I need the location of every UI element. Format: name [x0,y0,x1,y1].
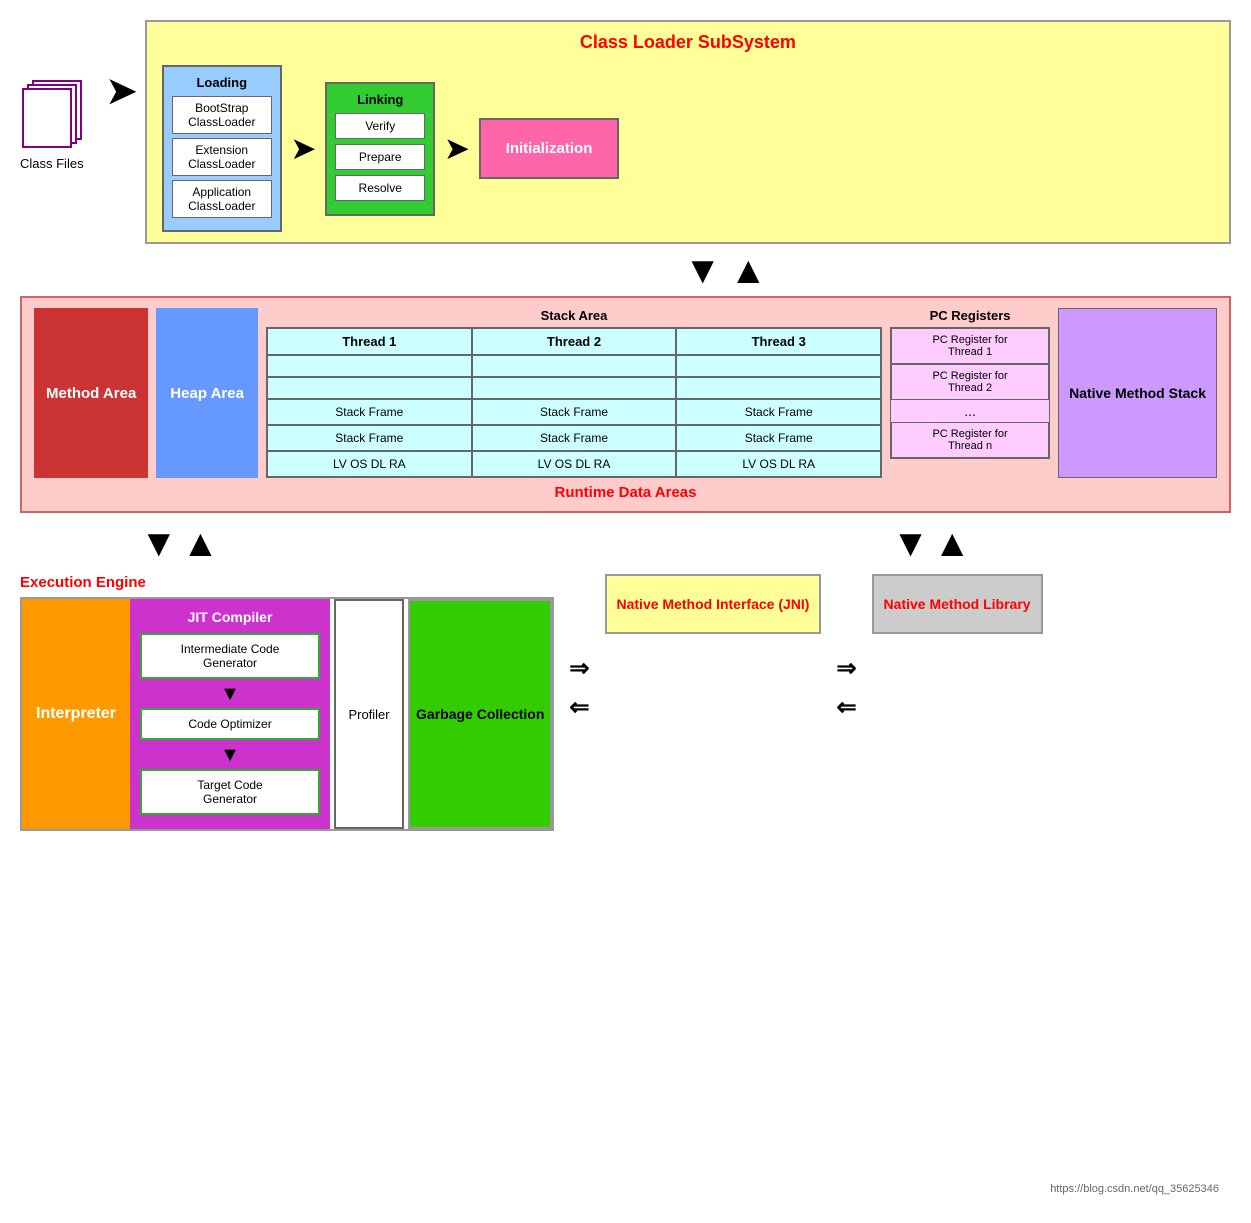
loading-title: Loading [172,75,272,90]
loader-item-extension: ExtensionClassLoader [172,138,272,176]
jit-step-3: Target CodeGenerator [140,769,320,815]
cls-title: Class Loader SubSystem [162,32,1214,53]
link-prepare: Prepare [335,144,425,170]
stack-empty-6 [676,377,881,399]
native-library-box: Native Method Library [872,574,1043,634]
native-interface-box: Native Method Interface (JNI) [605,574,822,634]
arrow-down-right: ▼ [892,523,930,566]
pc-registers-inner: PC Register forThread 1 PC Register forT… [890,327,1050,459]
loader-item-bootstrap: BootStrapClassLoader [172,96,272,134]
stack-empty-4 [267,377,472,399]
stack-frame-6: Stack Frame [676,425,881,451]
garbage-collection-box: Garbage Collection [408,599,552,829]
linking-to-init-arrow: ➤ [445,132,468,165]
stack-frame-1: Stack Frame [267,399,472,425]
jit-compiler-box: JIT Compiler Intermediate CodeGenerator … [130,599,330,829]
class-loader-section: Class Files ➤ Class Loader SubSystem Loa… [20,20,1231,244]
link-verify: Verify [335,113,425,139]
pc-item-2: PC Register forThread 2 [891,364,1049,400]
runtime-inner: Method Area Heap Area Stack Area Thread … [34,308,1217,478]
exec-engine-container: Execution Engine Interpreter JIT Compile… [20,574,554,831]
method-area: Method Area [34,308,148,478]
arrow-down-left: ▼ [140,523,178,566]
right-arrows: ▼ ▲ [892,523,971,566]
profiler-box: Profiler [334,599,404,829]
stack-empty-1 [267,355,472,377]
h-arrow-right-2: ⇒ [836,654,856,683]
interpreter-box: Interpreter [22,599,130,829]
jit-title: JIT Compiler [140,609,320,625]
h-arrow-left-1: ⇐ [569,693,589,722]
class-loader-subsystem: Class Loader SubSystem Loading BootStrap… [145,20,1231,244]
thread1-header: Thread 1 [267,328,472,355]
linking-title: Linking [335,92,425,107]
stack-lv-1: LV OS DL RA [267,451,472,477]
stack-frame-2: Stack Frame [472,399,677,425]
cls-runtime-arrows: ▼ ▲ [220,254,1231,288]
stack-empty-3 [676,355,881,377]
runtime-section: Method Area Heap Area Stack Area Thread … [20,296,1231,513]
arrow-up-right: ▲ [933,523,971,566]
arrow-to-cls: ➤ [107,70,137,112]
link-resolve: Resolve [335,175,425,201]
jit-step-2: Code Optimizer [140,708,320,740]
stack-empty-5 [472,377,677,399]
stack-empty-2 [472,355,677,377]
h-arrow-left-2: ⇐ [836,693,856,722]
pc-dots: ... [891,400,1049,422]
stack-frame-5: Stack Frame [472,425,677,451]
h-arrows-2: ⇒ ⇐ [836,654,856,722]
h-arrow-right-1: ⇒ [569,654,589,683]
exec-engine-label: Execution Engine [20,574,554,591]
bottom-section: Execution Engine Interpreter JIT Compile… [20,574,1231,831]
class-files: Class Files [20,80,84,171]
stack-area-label: Stack Area [266,308,882,323]
runtime-exec-arrows-row: ▼ ▲ ▼ ▲ [20,523,1231,566]
stack-area-grid: Thread 1 Thread 2 Thread 3 Stack Frame S… [266,327,882,478]
loader-item-application: ApplicationClassLoader [172,180,272,218]
watermark: https://blog.csdn.net/qq_35625346 [1050,1183,1219,1195]
loading-to-linking-arrow: ➤ [292,132,315,165]
stack-area-container: Stack Area Thread 1 Thread 2 Thread 3 St… [266,308,882,478]
cls-inner: Loading BootStrapClassLoader ExtensionCl… [162,65,1214,232]
class-files-label: Class Files [20,156,84,171]
native-method-stack: Native Method Stack [1058,308,1217,478]
jit-step-1: Intermediate CodeGenerator [140,633,320,679]
loading-box: Loading BootStrapClassLoader ExtensionCl… [162,65,282,232]
arrow-down-cls: ▼ [684,254,722,288]
linking-box: Linking Verify Prepare Resolve [325,82,435,216]
thread2-header: Thread 2 [472,328,677,355]
arrow-up-left: ▲ [182,523,220,566]
pc-registers-container: PC Registers PC Register forThread 1 PC … [890,308,1050,478]
pc-item-1: PC Register forThread 1 [891,328,1049,364]
thread3-header: Thread 3 [676,328,881,355]
stack-lv-3: LV OS DL RA [676,451,881,477]
class-file-page [22,88,72,148]
pc-item-n: PC Register forThread n [891,422,1049,458]
stack-frame-3: Stack Frame [676,399,881,425]
exec-engine-inner: Interpreter JIT Compiler Intermediate Co… [20,597,554,831]
h-arrows-1: ⇒ ⇐ [569,654,589,722]
heap-area: Heap Area [156,308,258,478]
stack-lv-2: LV OS DL RA [472,451,677,477]
runtime-label: Runtime Data Areas [34,484,1217,501]
class-file-stack [22,80,82,150]
left-arrows: ▼ ▲ [140,523,219,566]
arrow-up-cls: ▲ [730,254,768,288]
initialization-box: Initialization [479,118,620,179]
stack-frame-4: Stack Frame [267,425,472,451]
jit-arrow-1: ▼ [140,683,320,706]
jit-arrow-2: ▼ [140,744,320,767]
pc-registers-label: PC Registers [890,308,1050,323]
